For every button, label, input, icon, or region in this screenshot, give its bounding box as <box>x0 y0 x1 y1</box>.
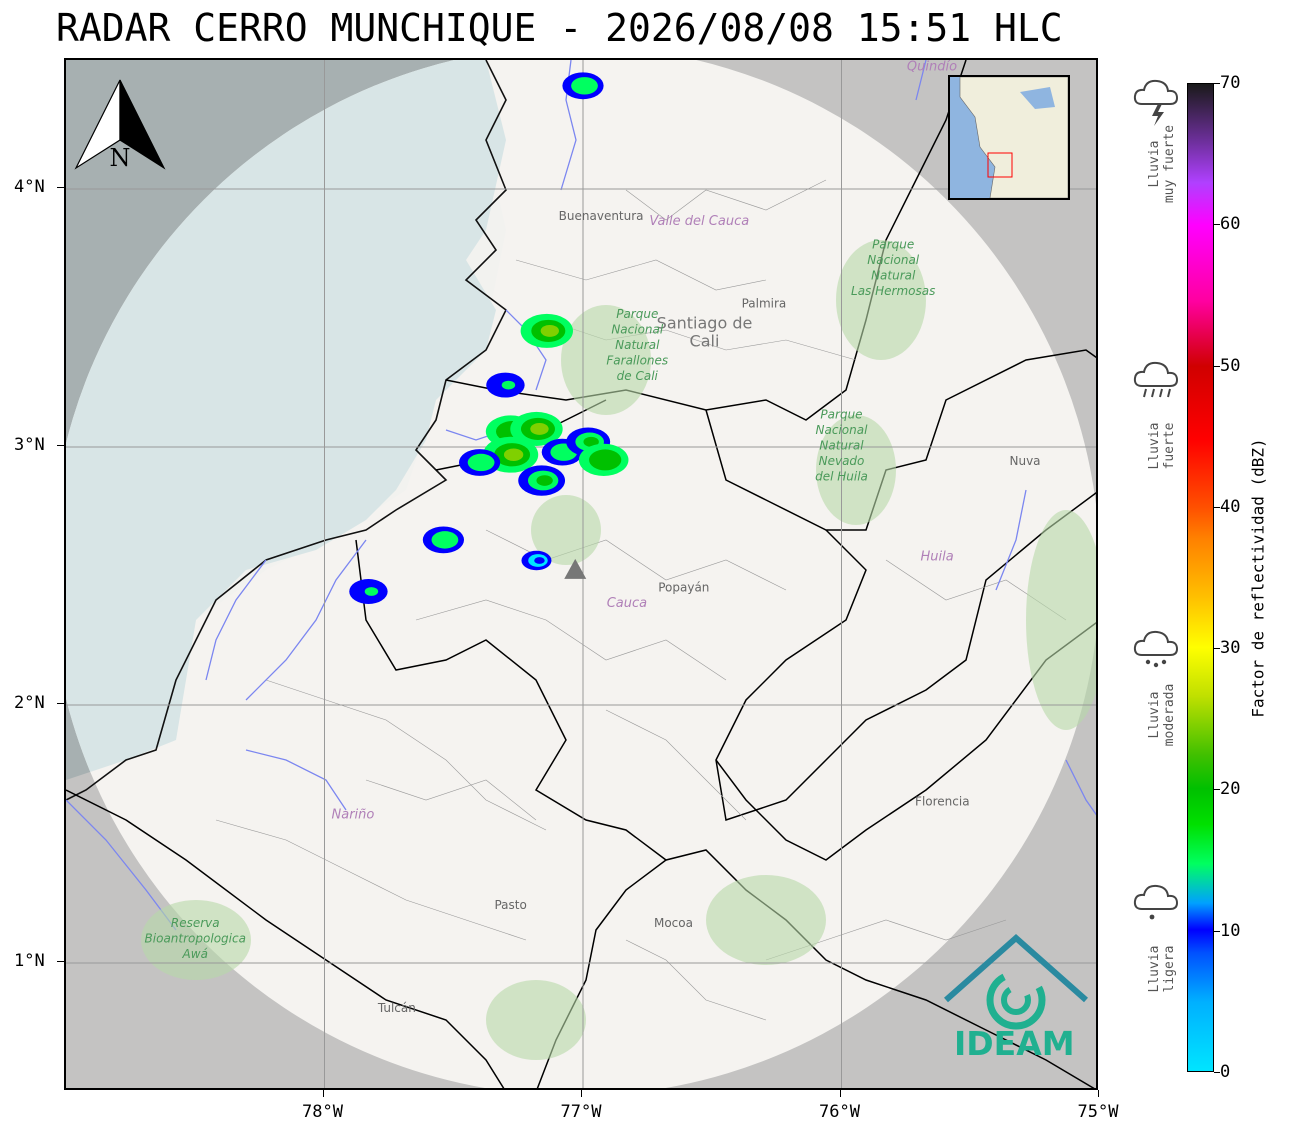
place-label: Nariño <box>332 808 375 823</box>
place-label: Valle del Cauca <box>649 214 749 229</box>
place-label: Bioantropologica <box>145 931 246 945</box>
colorbar-title: Factor de reflectividad (dBZ) <box>1248 438 1268 718</box>
radar-echo <box>534 557 545 564</box>
place-label: Awá <box>182 947 208 961</box>
y-tick-mark <box>57 445 64 446</box>
x-tick-mark <box>1098 1090 1099 1097</box>
y-tick-label: 4°N <box>14 177 45 197</box>
reflectivity-colorbar <box>1187 83 1214 1072</box>
y-tick-mark <box>57 187 64 188</box>
rain-category-label-line2: fuerte <box>1162 422 1177 470</box>
place-label: Natural <box>871 268 916 282</box>
place-label: Parque <box>616 307 658 321</box>
rain-category-label-line1: Lluvia <box>1147 422 1162 470</box>
colorbar-tick-label: 60 <box>1220 214 1241 235</box>
place-label: Farallones <box>606 353 668 367</box>
place-label: Palmira <box>742 297 787 311</box>
rain-category-label-line1: Lluvia <box>1147 691 1162 739</box>
y-tick-mark <box>57 703 64 704</box>
x-tick-label: 77°W <box>560 1102 602 1122</box>
colorbar-tick-label: 50 <box>1220 355 1241 376</box>
rain-category-label: Lluvia fuerte <box>1147 423 1177 470</box>
place-label: Nacional <box>867 253 920 267</box>
radar-map[interactable]: Buenaventura Valle del Cauca Palmira Santia… <box>64 58 1098 1090</box>
heavy-rain-cloud-icon <box>1130 356 1182 416</box>
place-label: Natural <box>615 338 660 352</box>
rain-category-label-line2: ligera <box>1162 945 1177 993</box>
place-label: Buenaventura <box>559 209 644 223</box>
rain-category-label: Lluvia ligera <box>1147 945 1177 992</box>
y-tick-label: 2°N <box>14 693 45 713</box>
radar-echo <box>578 81 594 91</box>
place-label: Tulcán <box>377 1001 416 1015</box>
place-label: Reserva <box>171 916 220 930</box>
place-label: Parque <box>872 237 914 251</box>
colorbar-tick-label: 30 <box>1220 638 1241 659</box>
radar-echo <box>475 457 490 468</box>
radar-echo <box>540 324 559 337</box>
place-label: Cauca <box>607 596 647 611</box>
x-tick-label: 76°W <box>819 1102 860 1122</box>
colorbar-tick-label: 20 <box>1220 779 1241 800</box>
colorbar-tick-label: 70 <box>1220 73 1241 93</box>
x-tick-label: 75°W <box>1077 1102 1119 1122</box>
place-label: Las Hermosas <box>851 284 935 298</box>
place-label: Mocoa <box>654 916 693 930</box>
x-tick-mark <box>839 1090 841 1097</box>
rain-category-label-line2: moderada <box>1162 683 1177 746</box>
place-label: Parque <box>820 408 862 422</box>
x-tick-mark <box>581 1090 582 1097</box>
x-tick-label: 78°W <box>302 1102 343 1122</box>
radar-echo <box>598 454 616 466</box>
place-label: Quindío <box>907 60 957 74</box>
moderate-rain-cloud-icon <box>1130 625 1182 685</box>
radar-echo <box>536 475 553 486</box>
colorbar-tick-label: 10 <box>1220 920 1241 941</box>
light-rain-cloud-icon <box>1130 879 1182 939</box>
y-tick-label: 1°N <box>14 951 45 971</box>
north-arrow-letter: N <box>110 144 131 172</box>
colorbar-tick-label: 40 <box>1220 496 1241 517</box>
radar-echo <box>364 587 379 596</box>
rain-category-label: Lluvia moderada <box>1147 683 1177 746</box>
y-tick-label: 3°N <box>14 435 45 455</box>
place-label: Huila <box>921 550 954 565</box>
radar-echo <box>439 535 454 545</box>
place-label: Nevado <box>819 454 865 468</box>
place-label: Pasto <box>494 898 526 912</box>
rain-category-label-line2: muy fuerte <box>1162 124 1177 203</box>
place-label: Popayán <box>658 580 709 594</box>
location-inset-map <box>948 75 1070 200</box>
place-label: Natural <box>819 439 864 453</box>
ideam-logo-text: IDEAM <box>954 1024 1075 1063</box>
rain-category-label: Lluvia muy fuerte <box>1147 125 1177 203</box>
rain-category-label-line1: Lluvia <box>1147 945 1162 993</box>
place-label: del Huila <box>815 470 868 484</box>
map-canvas: Buenaventura Valle del Cauca Palmira Santia… <box>66 60 1096 1088</box>
place-label: Nacional <box>816 423 869 437</box>
radar-echo <box>501 380 516 390</box>
place-label: de Cali <box>617 369 659 383</box>
radar-echo <box>530 422 549 435</box>
x-tick-mark <box>322 1090 324 1097</box>
page-title: RADAR CERRO MUNCHIQUE - 2026/08/08 15:51… <box>56 6 1063 50</box>
place-label: Florencia <box>915 795 970 809</box>
place-label: Santiago de <box>657 313 753 332</box>
rain-category-label-line1: Lluvia <box>1147 140 1162 188</box>
inset-map-canvas <box>950 77 1068 198</box>
place-label: Nacional <box>611 322 664 336</box>
place-label: Nuva <box>1010 454 1041 468</box>
radar-echo <box>503 448 524 462</box>
colorbar-tick-label: 0 <box>1220 1062 1231 1082</box>
place-label: Cali <box>690 331 720 350</box>
y-tick-mark <box>57 961 64 962</box>
